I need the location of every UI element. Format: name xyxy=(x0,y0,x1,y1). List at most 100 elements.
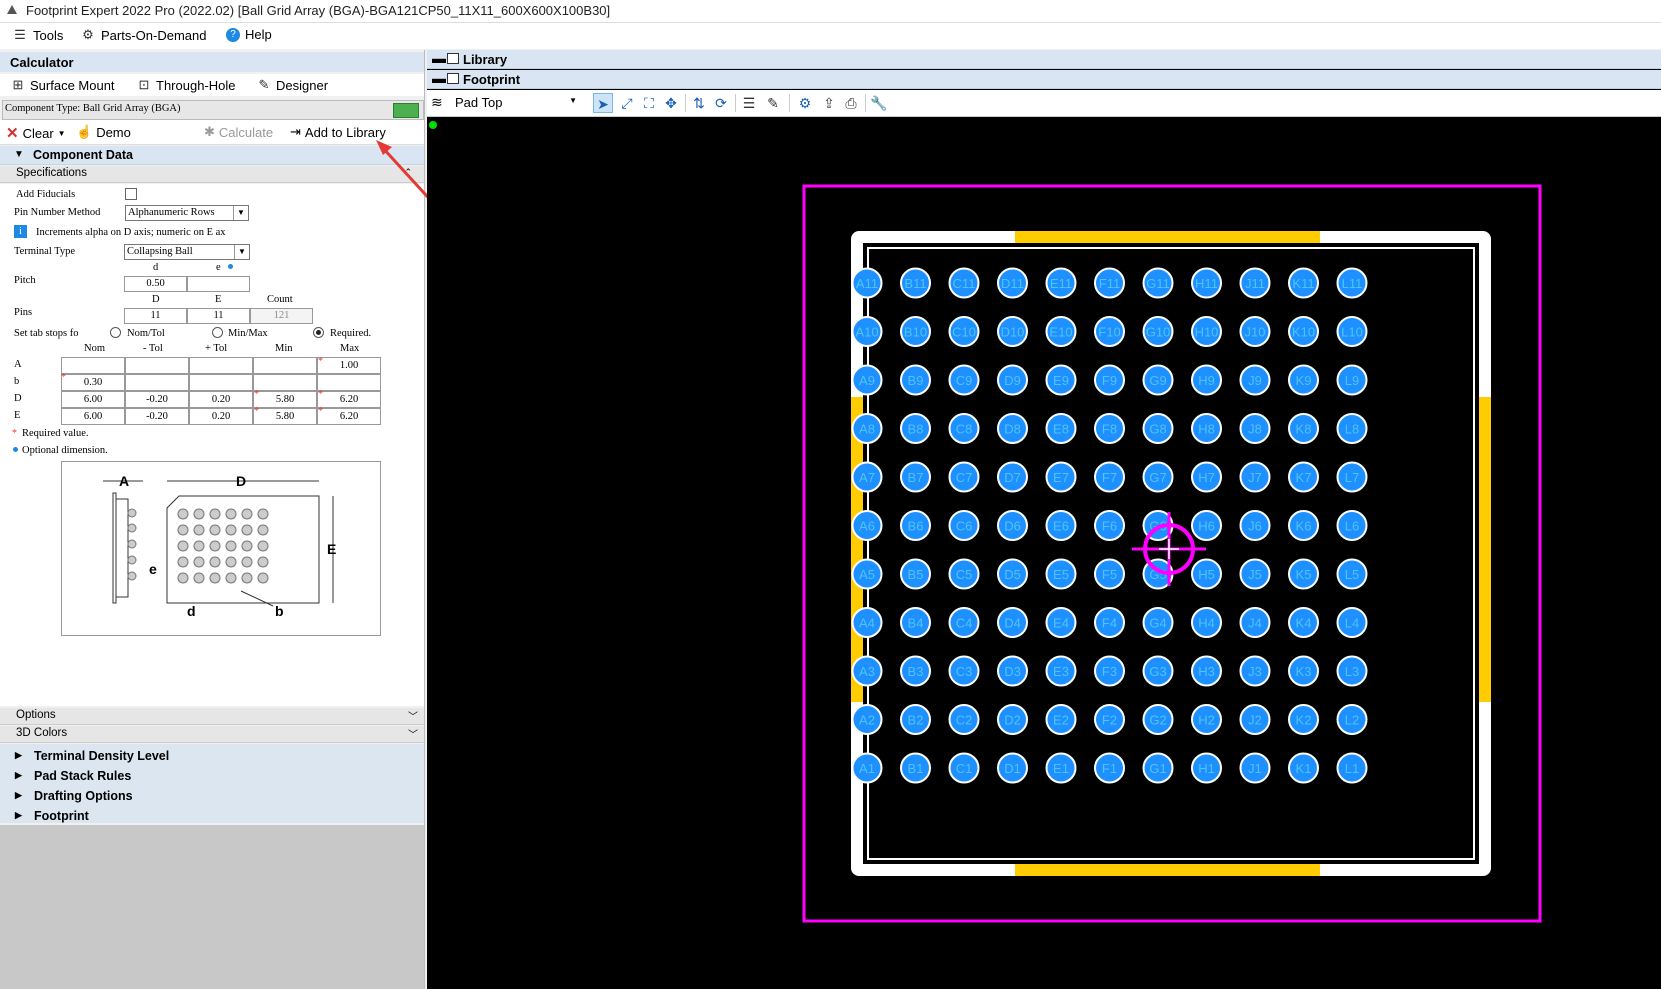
menu-parts-on-demand[interactable]: ⚙ Parts-On-Demand xyxy=(80,27,206,43)
minmax-radio[interactable] xyxy=(212,327,223,338)
pad-edit-icon[interactable]: ⚙ xyxy=(795,93,815,113)
pins-label: Pins xyxy=(14,307,33,318)
required-asterisk: * xyxy=(254,406,259,417)
menu-tools[interactable]: ☰ Tools xyxy=(12,27,63,43)
library-header[interactable]: ▬ Library xyxy=(427,50,1661,69)
collapse-triangle-icon: ▼ xyxy=(14,149,24,160)
diagram-e-label: E xyxy=(327,541,336,557)
terminal-type-select[interactable]: Collapsing Ball ▼ xyxy=(124,244,250,260)
menu-help-label: Help xyxy=(245,27,272,42)
through-hole-button[interactable]: ⊡ Through-Hole xyxy=(136,77,236,93)
diagram-ball xyxy=(257,572,269,584)
footprint-header[interactable]: ▬ Footprint xyxy=(427,70,1661,89)
rotate-icon[interactable]: ⟳ xyxy=(711,93,731,113)
pad-label: C11 xyxy=(953,276,976,291)
surface-mount-button[interactable]: ⊞ Surface Mount xyxy=(10,77,115,93)
clear-button[interactable]: ✕ Clear ▼ xyxy=(6,124,66,142)
a-plus-tol-input[interactable] xyxy=(189,357,253,374)
component-chip-icon[interactable] xyxy=(393,103,419,118)
clear-dropdown-icon[interactable]: ▼ xyxy=(58,129,66,138)
pad-label: L2 xyxy=(1345,713,1359,728)
options-header[interactable]: Options ﹀ xyxy=(0,708,424,725)
pins-d-input[interactable]: 11 xyxy=(124,308,187,324)
pad-label: A10 xyxy=(855,325,878,340)
optional-note: Optional dimension. xyxy=(22,445,108,456)
pad-label: C5 xyxy=(956,567,973,582)
pad-label: B3 xyxy=(908,664,924,679)
flip-icon[interactable]: ⇅ xyxy=(689,93,709,113)
tree-pad-stack-rules[interactable]: ▶ Pad Stack Rules xyxy=(0,767,424,786)
surface-mount-icon: ⊞ xyxy=(12,77,24,92)
tree-drafting-options[interactable]: ▶ Drafting Options xyxy=(0,787,424,806)
pad-label: E6 xyxy=(1053,519,1069,534)
required-asterisk: * xyxy=(61,372,66,383)
pad-label: J7 xyxy=(1248,470,1262,485)
e-plus-tol-input[interactable]: 0.20 xyxy=(189,408,253,425)
pad-label: J6 xyxy=(1248,519,1262,534)
required-radio[interactable] xyxy=(313,327,324,338)
component-data-header[interactable]: ▼ Component Data xyxy=(0,146,424,165)
export-icon[interactable]: ⇪ xyxy=(819,93,839,113)
designer-button[interactable]: ✎ Designer xyxy=(256,77,328,93)
add-fiducials-checkbox[interactable] xyxy=(125,188,137,200)
diagram-ball xyxy=(241,572,253,584)
pin-number-method-select[interactable]: Alphanumeric Rows ▼ xyxy=(125,205,249,221)
pad-label: D1 xyxy=(1004,761,1021,776)
b-plus-tol-input[interactable] xyxy=(189,374,253,391)
pan-icon[interactable]: ✥ xyxy=(661,93,681,113)
tree-terminal-density[interactable]: ▶ Terminal Density Level xyxy=(0,747,424,766)
zoom-window-icon[interactable]: ⛶ xyxy=(639,93,659,113)
pad-label: G10 xyxy=(1146,325,1171,340)
pitch-e-input[interactable] xyxy=(187,276,250,292)
pad-label: F6 xyxy=(1102,519,1117,534)
calculate-button[interactable]: ✱ Calculate xyxy=(204,124,273,140)
b-max-input[interactable] xyxy=(317,374,381,391)
e-min-input[interactable]: 5.80 xyxy=(253,408,317,425)
b-nom-input[interactable]: 0.30 xyxy=(61,374,125,391)
pad-label: D5 xyxy=(1004,567,1021,582)
a-minus-tol-input[interactable] xyxy=(125,357,189,374)
settings-wrench-icon[interactable]: 🔧 xyxy=(869,93,889,113)
footprint-canvas[interactable]: A11 B11 C11 D11 E11 F11 G11 H11 J11 K11 L11 A10 B10 C… xyxy=(427,117,1661,989)
nomtol-radio[interactable] xyxy=(110,327,121,338)
demo-button[interactable]: ☝ Demo xyxy=(76,124,131,140)
d-minus-tol-input[interactable]: -0.20 xyxy=(125,391,189,408)
diagram-ball xyxy=(257,540,269,552)
a-min-input[interactable] xyxy=(253,357,317,374)
b-minus-tol-input[interactable] xyxy=(125,374,189,391)
pad-label: A2 xyxy=(859,713,875,728)
pad-label: E5 xyxy=(1053,567,1069,582)
menu-help[interactable]: ? Help xyxy=(226,27,272,42)
draw-tool-icon[interactable]: ✎ xyxy=(763,93,783,113)
select-pointer-icon[interactable]: ➤ xyxy=(593,93,613,113)
layer-select[interactable]: Pad Top ▼ xyxy=(451,94,581,112)
e-max-input[interactable]: 6.20 xyxy=(317,408,381,425)
layer-stack-icon[interactable]: ☰ xyxy=(739,93,759,113)
a-max-input[interactable]: 1.00 xyxy=(317,357,381,374)
d-min-input[interactable]: 5.80 xyxy=(253,391,317,408)
pad-label: H11 xyxy=(1195,276,1218,291)
d-nom-input[interactable]: 6.00 xyxy=(61,391,125,408)
pad-label: H2 xyxy=(1198,713,1215,728)
pad-label: E3 xyxy=(1053,664,1069,679)
clear-label: Clear xyxy=(22,125,54,141)
e-minus-tol-input[interactable]: -0.20 xyxy=(125,408,189,425)
specifications-header[interactable]: Specifications ⌃ xyxy=(0,166,424,183)
zoom-fit-icon[interactable]: ⤢ xyxy=(617,93,637,113)
pitch-d-input[interactable]: 0.50 xyxy=(124,276,187,292)
pad-label: D10 xyxy=(1001,325,1025,340)
pad-label: F2 xyxy=(1102,713,1117,728)
b-min-input[interactable] xyxy=(253,374,317,391)
a-nom-input[interactable] xyxy=(61,357,125,374)
d-plus-tol-input[interactable]: 0.20 xyxy=(189,391,253,408)
tree-footprint[interactable]: ▶ Footprint xyxy=(0,807,424,826)
minmax-label: Min/Max xyxy=(228,328,268,339)
d-max-input[interactable]: 6.20 xyxy=(317,391,381,408)
pad-label: A6 xyxy=(859,519,875,534)
print-icon[interactable]: ⎙ xyxy=(841,93,861,113)
pad-label: F9 xyxy=(1102,373,1117,388)
add-fiducials-label: Add Fiducials xyxy=(16,189,76,200)
3d-colors-header[interactable]: 3D Colors ﹀ xyxy=(0,726,424,743)
pins-e-input[interactable]: 11 xyxy=(187,308,250,324)
e-nom-input[interactable]: 6.00 xyxy=(61,408,125,425)
